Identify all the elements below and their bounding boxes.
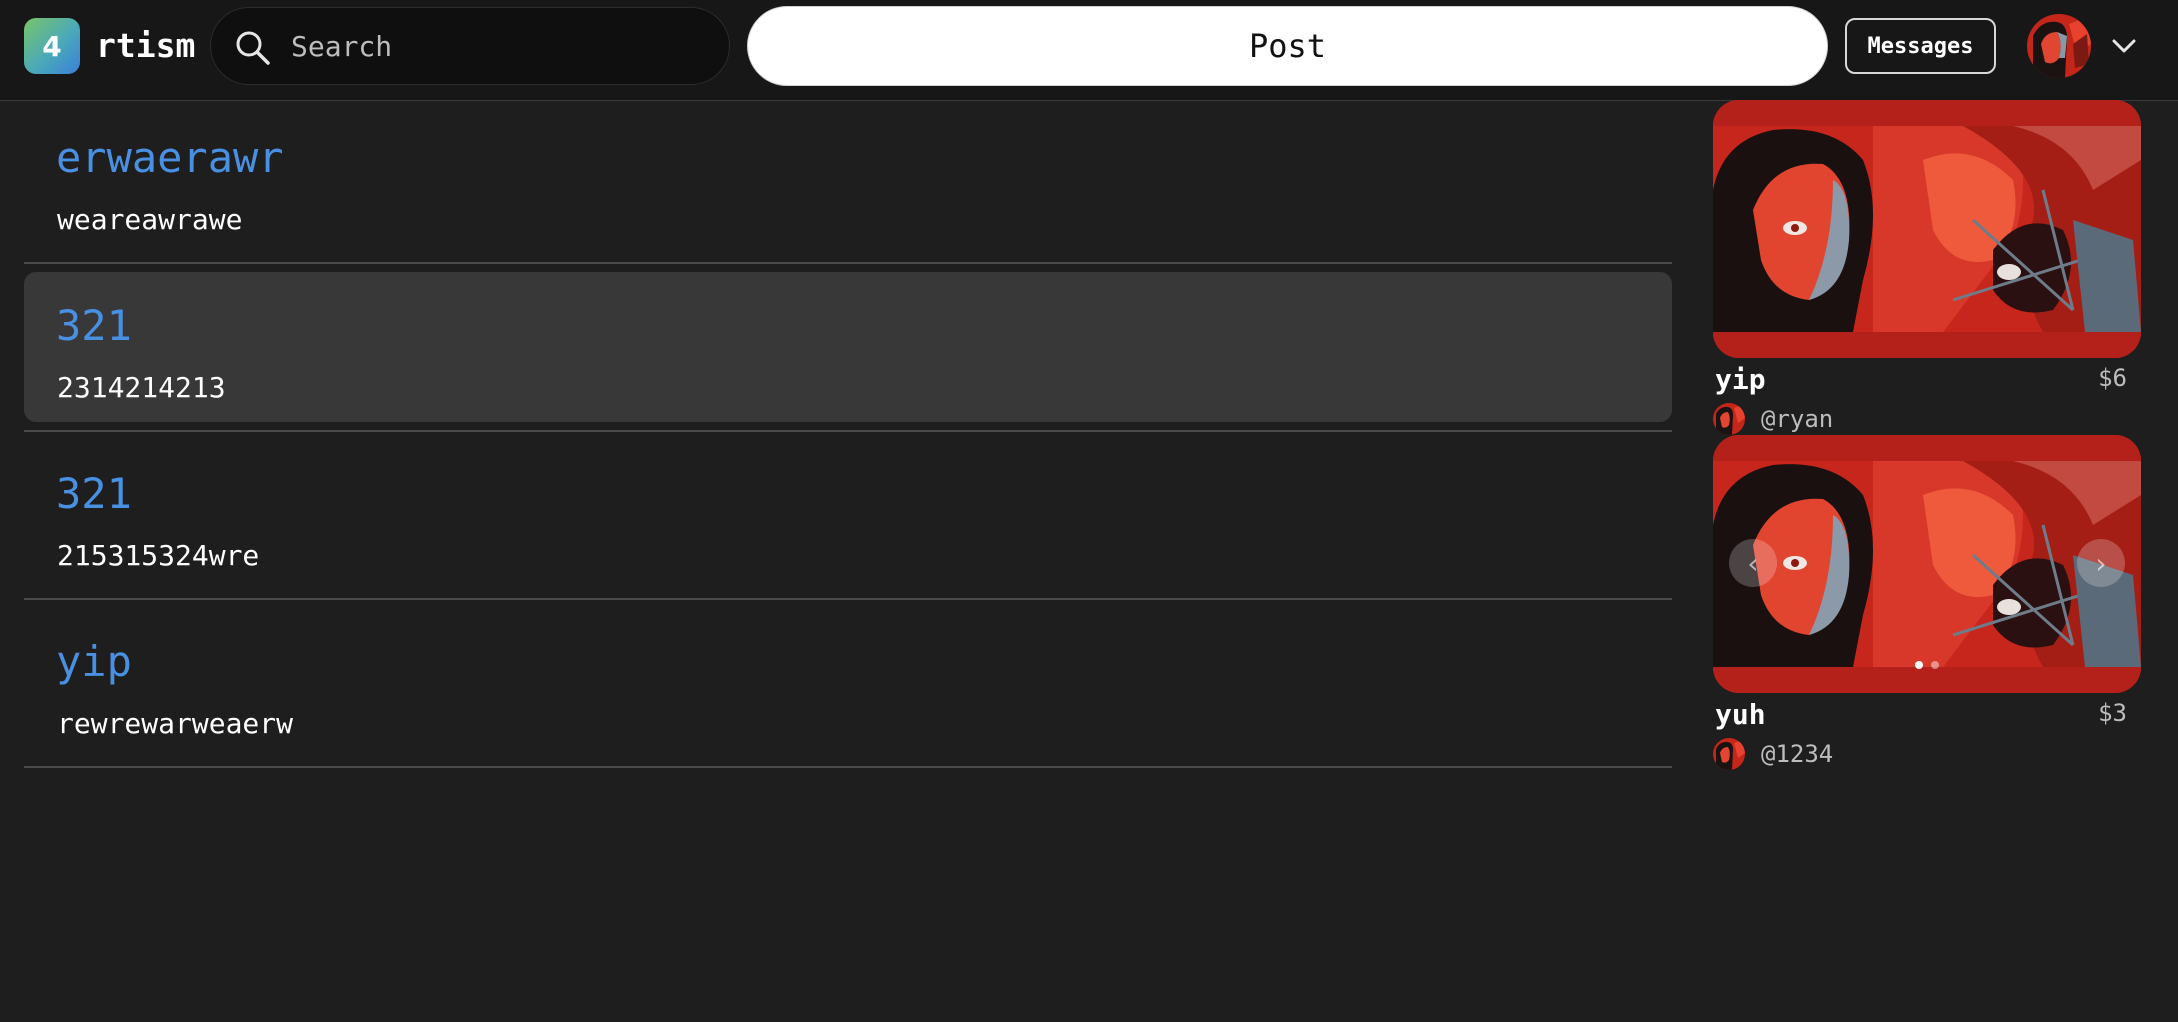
logo-badge[interactable]: 4 (24, 18, 80, 74)
listing-image[interactable]: ‹ › (1713, 435, 2141, 693)
chevron-right-icon: › (2095, 546, 2107, 580)
post-card[interactable] (24, 272, 1672, 422)
listing-card[interactable]: yip $6 @ryan (1713, 100, 2141, 435)
post-feed: erwaerawr weareawrawe 321 2314214213 321… (24, 104, 1672, 776)
avatar[interactable] (1713, 403, 1745, 435)
listing-seller[interactable]: @1234 (1713, 737, 1833, 771)
search-icon (236, 31, 270, 65)
carousel-dot[interactable] (1931, 661, 1939, 669)
chevron-down-icon[interactable] (2108, 30, 2140, 62)
search-input[interactable] (289, 8, 709, 84)
app-name[interactable]: rtism (96, 22, 195, 70)
carousel-prev-button[interactable]: ‹ (1729, 539, 1777, 587)
post-body: 215315324wre (57, 539, 260, 572)
post-body: 2314214213 (57, 371, 226, 404)
carousel-next-button[interactable]: › (2077, 539, 2125, 587)
listing-price: $3 (2098, 699, 2127, 727)
post-button[interactable]: Post (747, 6, 1828, 86)
post-title[interactable]: erwaerawr (56, 132, 284, 184)
post-item[interactable]: erwaerawr weareawrawe (24, 104, 1672, 264)
chevron-left-icon: ‹ (1747, 546, 1759, 580)
post-body: rewrewarweaerw (57, 707, 294, 740)
post-title[interactable]: yip (56, 636, 132, 688)
listing-image[interactable] (1713, 100, 2141, 358)
avatar[interactable] (2027, 14, 2091, 78)
search-bar[interactable] (210, 7, 730, 85)
carousel-dot[interactable] (1915, 661, 1923, 669)
listing-title[interactable]: yuh (1715, 697, 1766, 733)
listing-seller[interactable]: @ryan (1713, 402, 1833, 436)
post-title[interactable]: 321 (56, 300, 132, 352)
avatar[interactable] (1713, 738, 1745, 770)
top-bar: 4 rtism Post Messages (0, 0, 2178, 101)
listing-price: $6 (2098, 364, 2127, 392)
post-card[interactable] (24, 440, 1672, 590)
post-item[interactable]: 321 215315324wre (24, 440, 1672, 600)
seller-handle[interactable]: @1234 (1761, 740, 1833, 768)
post-item[interactable]: 321 2314214213 (24, 272, 1672, 432)
listing-title[interactable]: yip (1715, 362, 1766, 398)
post-title[interactable]: 321 (56, 468, 132, 520)
listing-card[interactable]: ‹ › yuh $3 @1234 (1713, 435, 2141, 770)
post-body: weareawrawe (57, 203, 243, 236)
post-item[interactable]: yip rewrewarweaerw (24, 608, 1672, 768)
messages-button[interactable]: Messages (1845, 18, 1996, 74)
carousel-dots (1713, 661, 2141, 669)
seller-handle[interactable]: @ryan (1761, 405, 1833, 433)
